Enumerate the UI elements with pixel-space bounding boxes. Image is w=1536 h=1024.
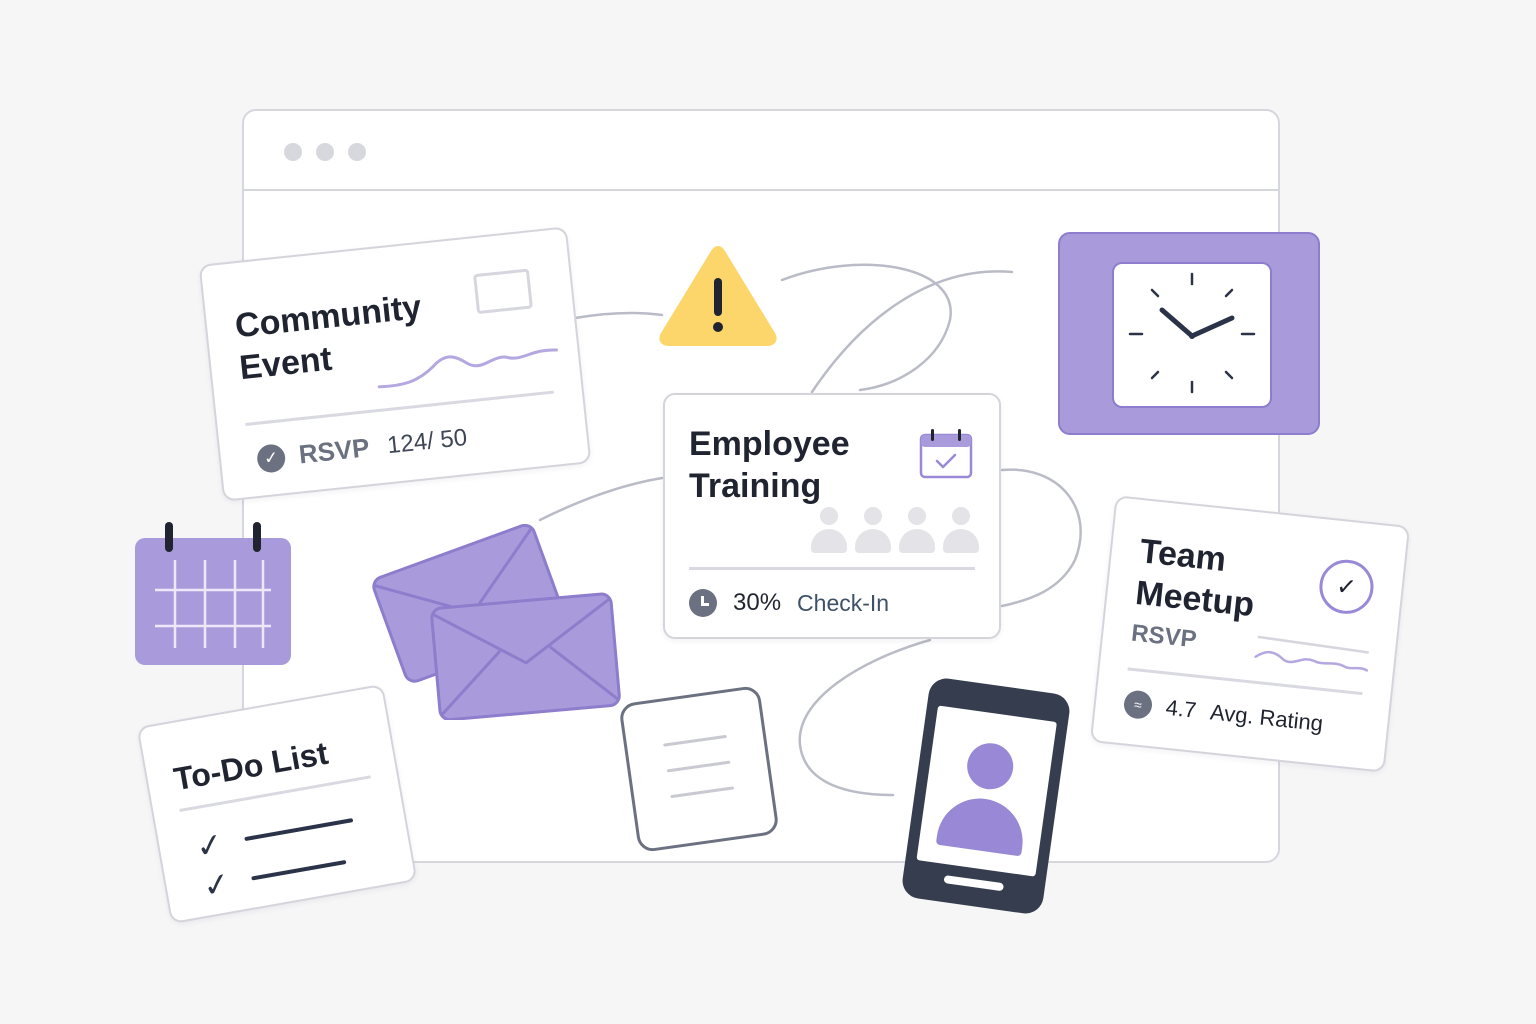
clock-icon	[689, 589, 717, 617]
checkmark-icon[interactable]: ✓	[193, 824, 226, 866]
check-circle-icon: ✓	[255, 442, 287, 474]
calendar-grid	[155, 560, 271, 648]
document-line	[666, 760, 731, 773]
card-footer: 30% Check-In	[689, 589, 889, 617]
document-line	[663, 734, 727, 747]
attendees-group	[811, 507, 979, 555]
calendar-check-icon	[919, 429, 973, 479]
browser-title-bar	[244, 111, 1278, 191]
checkmark-icon[interactable]: ✓	[200, 864, 233, 906]
window-control-dot[interactable]	[316, 143, 334, 161]
sparkline-icon	[1254, 635, 1369, 672]
phone-home-bar	[943, 875, 1005, 892]
avatar-body	[935, 792, 1029, 857]
people-icon	[811, 507, 847, 555]
card-divider	[689, 567, 975, 570]
team-meetup-card[interactable]: Team Meetup ✓ RSVP ≈ 4.7 Avg. Rating	[1089, 495, 1411, 773]
smartphone-profile-icon	[900, 676, 1072, 916]
card-footer: ✓ RSVP 124/ 50	[255, 422, 469, 475]
card-title: Employee Training	[689, 425, 850, 505]
community-event-card[interactable]: Community Event ✓ RSVP 124/ 50	[198, 226, 592, 502]
check-ring-icon[interactable]: ✓	[1316, 557, 1377, 617]
calendar-icon	[135, 522, 291, 665]
warning-icon	[659, 246, 777, 346]
clock-panel	[1058, 232, 1320, 435]
phone-screen	[916, 705, 1057, 877]
people-icon	[943, 507, 979, 555]
rsvp-label[interactable]: RSVP	[297, 432, 371, 470]
calendar-ring	[165, 522, 173, 552]
employee-training-card[interactable]: Employee Training 30% Check-In	[663, 393, 1001, 639]
document-icon	[618, 684, 780, 854]
clock-face	[1112, 262, 1272, 408]
document-line	[670, 786, 735, 799]
clock-icon	[1128, 272, 1256, 394]
avatar	[964, 740, 1017, 793]
illustration-stage: Community Event ✓ RSVP 124/ 50 Employee …	[0, 0, 1536, 1024]
rsvp-count: 124/ 50	[385, 423, 469, 459]
envelope-icon	[372, 523, 621, 720]
calendar-ring	[253, 522, 261, 552]
people-icon	[855, 507, 891, 555]
image-placeholder-icon	[473, 268, 533, 315]
card-footer: ≈ 4.7 Avg. Rating	[1122, 689, 1325, 738]
people-icon	[899, 507, 935, 555]
todo-item-text	[244, 818, 354, 842]
rsvp-label[interactable]: RSVP	[1130, 620, 1198, 655]
todo-list-card[interactable]: To-Do List ✓ ✓	[136, 683, 418, 925]
window-control-dot[interactable]	[348, 143, 366, 161]
check-in-link[interactable]: Check-In	[797, 590, 889, 617]
card-title: Team Meetup	[1133, 532, 1257, 625]
progress-percent: 30%	[733, 589, 782, 616]
rating-value: 4.7	[1164, 694, 1198, 723]
rating-label: Avg. Rating	[1208, 699, 1325, 737]
window-control-dot[interactable]	[284, 143, 302, 161]
todo-item-text	[251, 859, 347, 881]
rating-icon: ≈	[1122, 689, 1154, 721]
